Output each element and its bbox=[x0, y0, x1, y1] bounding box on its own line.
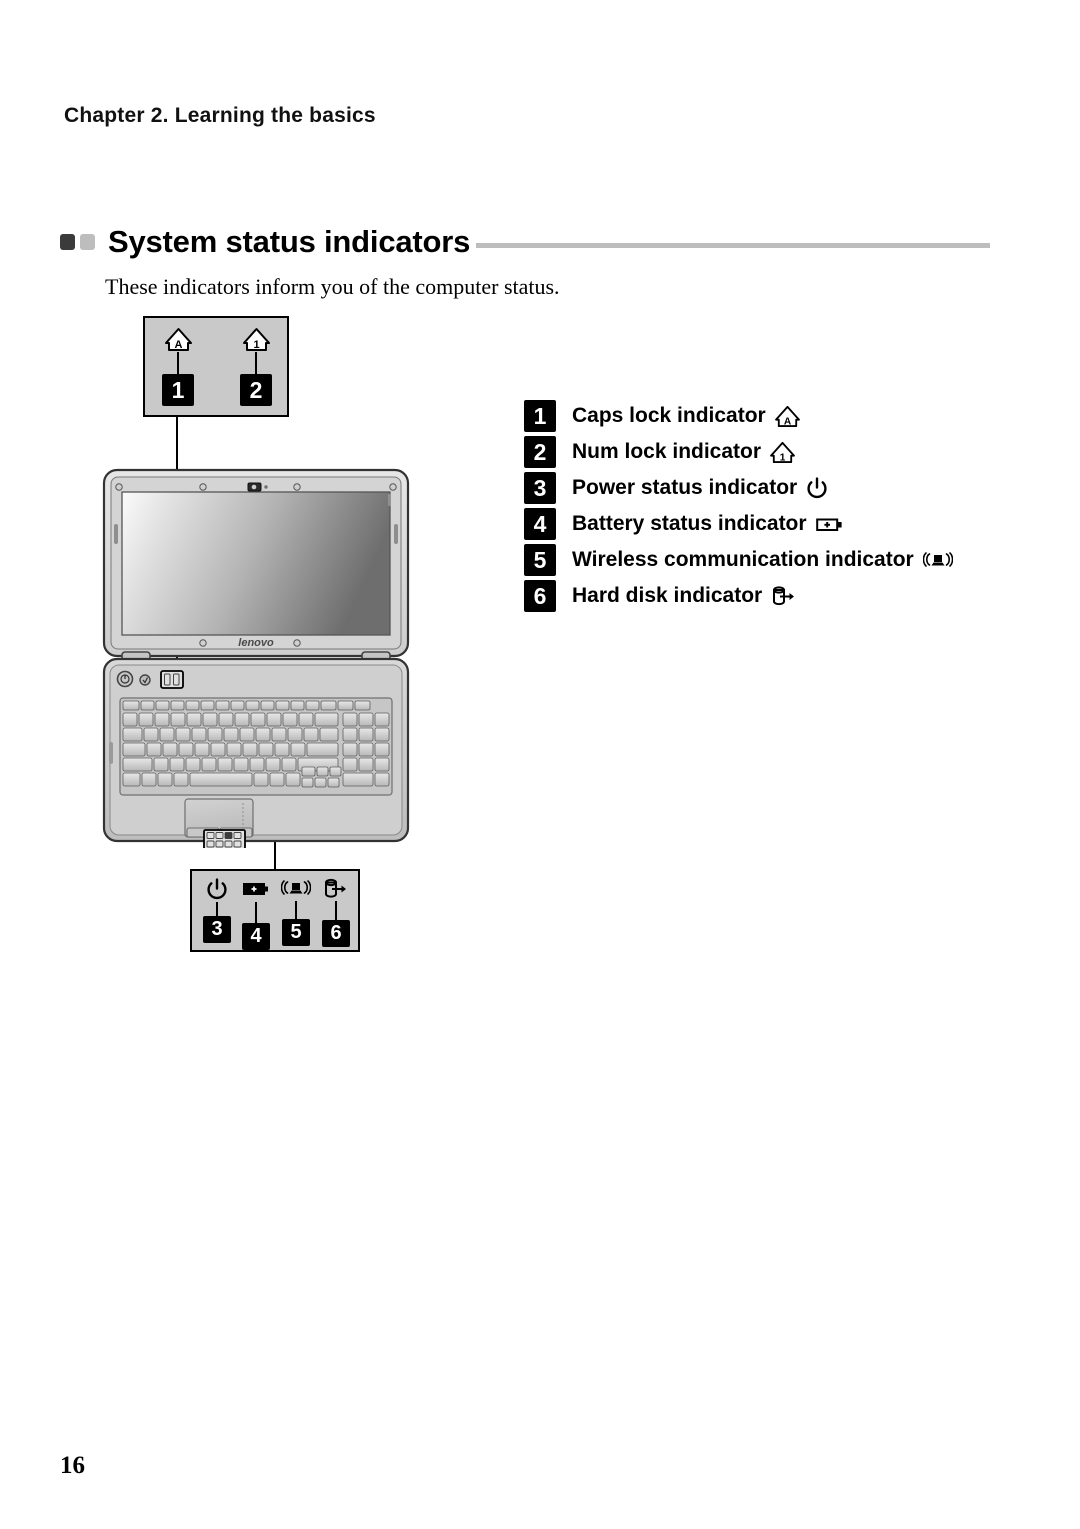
title-divider bbox=[476, 242, 990, 248]
section-title-row: System status indicators bbox=[60, 222, 990, 262]
lenovo-laptop-diagram: lenovo bbox=[100, 466, 412, 850]
bottom-indicator-callout: 3 4 5 6 bbox=[190, 869, 360, 952]
num-lock-icon: 1 bbox=[770, 439, 795, 465]
legend-badge-2: 2 bbox=[524, 436, 556, 468]
legend-item-power-status: 3 Power status indicator bbox=[524, 470, 984, 506]
svg-text:1: 1 bbox=[780, 452, 786, 463]
indicator-legend: 1 Caps lock indicator A 2 Num lock indic… bbox=[524, 398, 984, 614]
bullet-square-light-icon bbox=[80, 234, 95, 250]
chapter-header: Chapter 2. Learning the basics bbox=[64, 104, 376, 127]
num-lock-icon: 1 bbox=[242, 326, 270, 352]
legend-item-wireless: 5 Wireless communication indicator bbox=[524, 542, 984, 578]
callout-badge-4: 4 bbox=[242, 923, 270, 950]
legend-badge-3: 3 bbox=[524, 472, 556, 504]
legend-label-power-status: Power status indicator bbox=[572, 476, 798, 499]
hard-disk-icon bbox=[771, 583, 797, 609]
legend-item-hard-disk: 6 Hard disk indicator bbox=[524, 578, 984, 614]
callout-badge-1: 1 bbox=[162, 374, 194, 406]
callout-stem bbox=[255, 902, 257, 923]
section-intro-text: These indicators inform you of the compu… bbox=[105, 274, 560, 299]
legend-label-num-lock: Num lock indicator bbox=[572, 440, 762, 463]
legend-badge-6: 6 bbox=[524, 580, 556, 612]
legend-label-wireless: Wireless communication indicator bbox=[572, 548, 914, 571]
wireless-icon bbox=[922, 547, 953, 573]
svg-text:A: A bbox=[174, 339, 182, 351]
caps-lock-icon: A bbox=[164, 326, 192, 352]
hard-disk-icon bbox=[323, 875, 349, 901]
callout-stem bbox=[255, 352, 257, 374]
caps-lock-icon: A bbox=[774, 403, 800, 429]
legend-item-caps-lock: 1 Caps lock indicator A bbox=[524, 398, 984, 434]
battery-icon bbox=[815, 511, 843, 537]
legend-item-num-lock: 2 Num lock indicator 1 bbox=[524, 434, 984, 470]
legend-label-battery-status: Battery status indicator bbox=[572, 512, 807, 535]
callout-badge-6: 6 bbox=[322, 920, 350, 947]
callout-stem bbox=[177, 352, 179, 374]
wireless-icon bbox=[281, 875, 311, 901]
power-icon bbox=[206, 876, 228, 902]
callout-badge-3: 3 bbox=[203, 916, 231, 943]
callout-stem bbox=[335, 901, 337, 920]
callout-cell-battery: 4 bbox=[234, 876, 278, 950]
callout-stem bbox=[216, 902, 218, 916]
callout-cell-caps-lock: A 1 bbox=[156, 326, 200, 406]
legend-badge-5: 5 bbox=[524, 544, 556, 576]
legend-badge-1: 1 bbox=[524, 400, 556, 432]
power-icon bbox=[806, 475, 828, 501]
callout-cell-wireless: 5 bbox=[274, 875, 318, 946]
battery-icon bbox=[243, 876, 269, 902]
callout-cell-num-lock: 1 2 bbox=[234, 326, 278, 406]
bullet-square-dark-icon bbox=[60, 234, 75, 250]
page-title: System status indicators bbox=[108, 224, 471, 259]
callout-badge-2: 2 bbox=[240, 374, 272, 406]
callout-badge-5: 5 bbox=[282, 919, 310, 946]
svg-text:1: 1 bbox=[253, 339, 259, 351]
legend-label-hard-disk: Hard disk indicator bbox=[572, 584, 763, 607]
legend-label-caps-lock: Caps lock indicator bbox=[572, 404, 766, 427]
legend-item-battery-status: 4 Battery status indicator bbox=[524, 506, 984, 542]
top-indicator-callout: A 1 1 2 bbox=[143, 316, 289, 417]
callout-cell-power: 3 bbox=[195, 876, 239, 943]
svg-text:A: A bbox=[784, 416, 792, 427]
callout-cell-hard-disk: 6 bbox=[314, 875, 358, 947]
legend-badge-4: 4 bbox=[524, 508, 556, 540]
callout-stem bbox=[295, 901, 297, 919]
lenovo-logo: lenovo bbox=[238, 637, 274, 649]
page-number: 16 bbox=[60, 1452, 85, 1479]
